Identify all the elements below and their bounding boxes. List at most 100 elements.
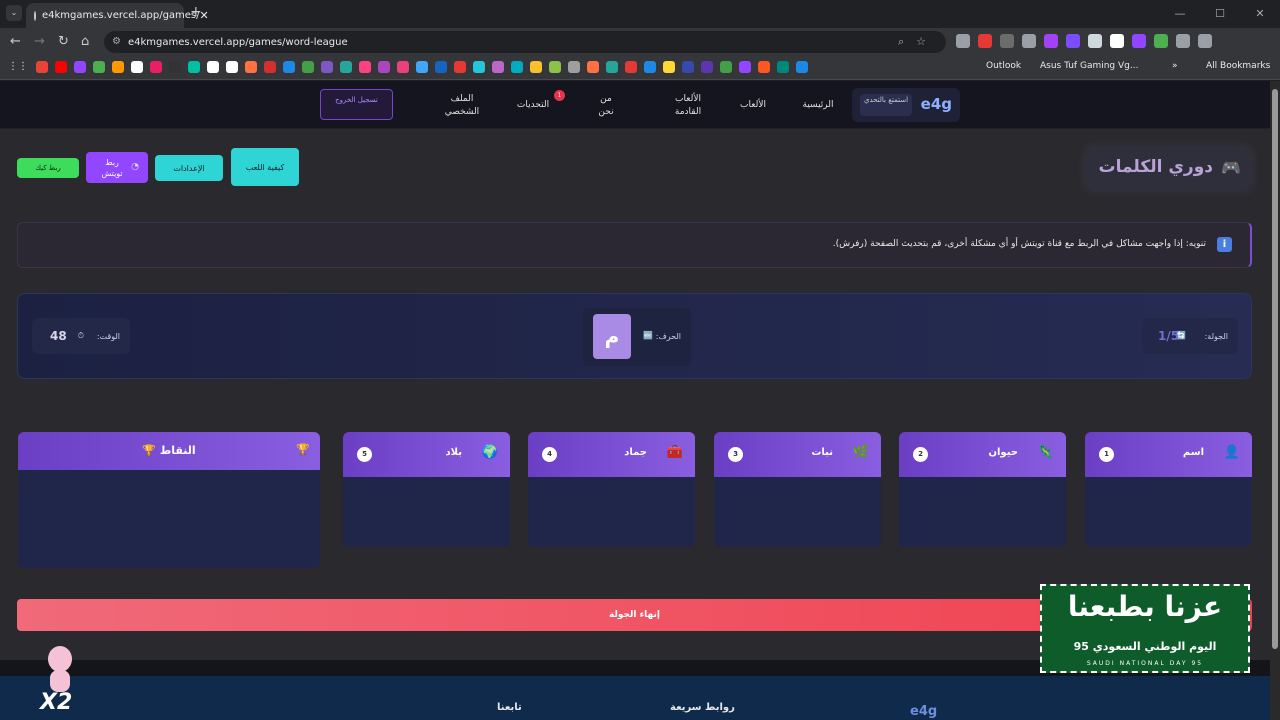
- logout-button[interactable]: تسجيل الخروج: [320, 89, 393, 120]
- bookmark-favicon[interactable]: [587, 61, 599, 73]
- time-label: الوقت:: [96, 332, 120, 341]
- bookmark-favicon[interactable]: [264, 61, 276, 73]
- zoom-bookmark-icons[interactable]: ⌕☆: [898, 35, 938, 49]
- bookmark-favicon[interactable]: [663, 61, 675, 73]
- forward-icon[interactable]: →: [34, 34, 45, 49]
- nav-profile[interactable]: الملف الشخصي: [438, 93, 486, 119]
- nav-about[interactable]: من نحن: [592, 93, 620, 119]
- scrollbar-thumb[interactable]: [1272, 89, 1278, 649]
- bookmark-favicon[interactable]: [169, 61, 181, 73]
- bookmark-favicon[interactable]: [245, 61, 257, 73]
- how-to-play-button[interactable]: كيفية اللعب: [231, 148, 299, 186]
- bookmark-favicon[interactable]: [739, 61, 751, 73]
- link-kick-button[interactable]: ربط كيك: [17, 158, 79, 178]
- nav-games[interactable]: الألعاب: [730, 99, 776, 112]
- brand[interactable]: استمتع بالتحدي e4g: [852, 88, 960, 122]
- page-scrollbar[interactable]: [1270, 81, 1280, 720]
- close-window-icon[interactable]: ✕: [1240, 0, 1280, 28]
- extension-icon[interactable]: [1066, 34, 1080, 48]
- extension-icon[interactable]: [1044, 34, 1058, 48]
- bookmark-favicon[interactable]: [530, 61, 542, 73]
- extension-icon[interactable]: [1088, 34, 1102, 48]
- extension-icon[interactable]: [956, 34, 970, 48]
- nav-upcoming[interactable]: الألعاب القادمة: [668, 93, 708, 119]
- nav-home[interactable]: الرئيسية: [795, 99, 841, 112]
- bookmark-favicon[interactable]: [435, 61, 447, 73]
- bookmark-favicon[interactable]: [511, 61, 523, 73]
- extension-icon[interactable]: [1198, 34, 1212, 48]
- reload-icon[interactable]: ↻: [58, 34, 69, 49]
- nav-challenges[interactable]: التحديات: [506, 99, 560, 112]
- extension-icon[interactable]: [978, 34, 992, 48]
- home-icon[interactable]: ⌂: [81, 34, 89, 49]
- new-tab-button[interactable]: +: [190, 4, 202, 20]
- bookmark-favicon[interactable]: [644, 61, 656, 73]
- bookmark-favicon[interactable]: [682, 61, 694, 73]
- bookmark-favicon[interactable]: [473, 61, 485, 73]
- extension-icon[interactable]: [1022, 34, 1036, 48]
- bookmark-favicon[interactable]: [454, 61, 466, 73]
- tab-search-button[interactable]: ⌄: [6, 5, 22, 21]
- bookmark-favicon[interactable]: [188, 61, 200, 73]
- bookmark-favicon[interactable]: [226, 61, 238, 73]
- toolbox-icon: 🧰: [666, 445, 683, 460]
- bookmark-favicon[interactable]: [625, 61, 637, 73]
- bookmark-favicon[interactable]: [796, 61, 808, 73]
- bookmark-favicon[interactable]: [131, 61, 143, 73]
- bookmark-outlook[interactable]: Outlook: [986, 61, 1021, 71]
- bookmark-asus[interactable]: Asus Tuf Gaming Vg...: [1040, 61, 1138, 71]
- extension-icon[interactable]: [1110, 34, 1124, 48]
- bookmark-favicon[interactable]: [397, 61, 409, 73]
- category-card-name[interactable]: 👤 اسم 1: [1085, 432, 1252, 547]
- category-card-animal[interactable]: 🦎 حيوان 2: [899, 432, 1066, 547]
- bookmark-favicon[interactable]: [93, 61, 105, 73]
- bookmark-favicon[interactable]: [74, 61, 86, 73]
- all-bookmarks[interactable]: All Bookmarks: [1206, 61, 1270, 71]
- extension-icon[interactable]: [1176, 34, 1190, 48]
- settings-button[interactable]: الإعدادات: [155, 155, 223, 181]
- bookmark-favicon[interactable]: [416, 61, 428, 73]
- category-card-country[interactable]: 🌍 بلاد 5: [343, 432, 510, 547]
- bookmark-favicon[interactable]: [492, 61, 504, 73]
- site-info-icon[interactable]: ⚙: [112, 36, 121, 47]
- apps-grid-icon[interactable]: ⋮⋮: [8, 61, 28, 72]
- bookmark-favicon[interactable]: [701, 61, 713, 73]
- bookmark-favicon[interactable]: [150, 61, 162, 73]
- more-bookmarks-icon[interactable]: »: [1172, 61, 1178, 71]
- time-value: 48: [50, 329, 67, 343]
- bookmark-favicon[interactable]: [378, 61, 390, 73]
- bookmark-favicon[interactable]: [283, 61, 295, 73]
- bookmark-favicon[interactable]: [207, 61, 219, 73]
- bookmark-favicon[interactable]: [359, 61, 371, 73]
- extension-icon[interactable]: [1132, 34, 1146, 48]
- bookmark-favicon[interactable]: [302, 61, 314, 73]
- bookmark-favicon[interactable]: [720, 61, 732, 73]
- bookmark-favicon[interactable]: [777, 61, 789, 73]
- link-twitch-button[interactable]: ربط تويتش ◔: [86, 152, 148, 183]
- active-tab[interactable]: e4kmgames.vercel.app/games/ ✕: [26, 3, 209, 28]
- bookmark-favicon[interactable]: [340, 61, 352, 73]
- tab-bar: ⌄ e4kmgames.vercel.app/games/ ✕ + — ☐ ✕: [0, 0, 1280, 28]
- bookmark-favicon[interactable]: [321, 61, 333, 73]
- bookmark-favicon[interactable]: [112, 61, 124, 73]
- category-number: 3: [728, 447, 743, 462]
- bookmark-favicon[interactable]: [606, 61, 618, 73]
- address-bar[interactable]: ⚙ e4kmgames.vercel.app/games/word-league…: [104, 31, 946, 53]
- bookmark-favicon[interactable]: [55, 61, 67, 73]
- category-header: 🌿 نبات 3: [714, 432, 881, 477]
- national-day-english: SAUDI NATIONAL DAY 95: [1086, 660, 1204, 667]
- category-card-plant[interactable]: 🌿 نبات 3: [714, 432, 881, 547]
- bookmark-favicon[interactable]: [758, 61, 770, 73]
- lizard-icon: 🦎: [1037, 445, 1054, 460]
- bookmark-favicon[interactable]: [36, 61, 48, 73]
- category-card-object[interactable]: 🧰 جماد 4: [528, 432, 695, 547]
- bookmark-favicon[interactable]: [568, 61, 580, 73]
- timer-icon: ⏱: [77, 331, 84, 340]
- maximize-icon[interactable]: ☐: [1200, 0, 1240, 28]
- link-twitch-label: ربط تويتش: [101, 157, 123, 178]
- minimize-icon[interactable]: —: [1160, 0, 1200, 28]
- bookmark-favicon[interactable]: [549, 61, 561, 73]
- extension-icon[interactable]: [1000, 34, 1014, 48]
- extension-icon[interactable]: [1154, 34, 1168, 48]
- back-icon[interactable]: ←: [10, 34, 21, 49]
